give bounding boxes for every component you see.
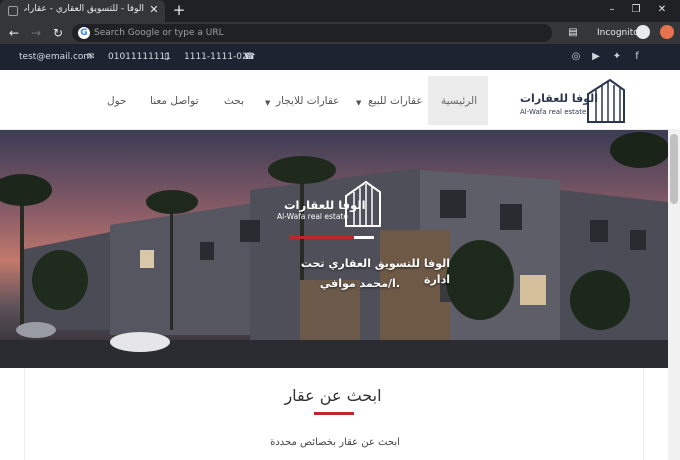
- nav-for-rent-label[interactable]: عقارات للايجار: [276, 94, 339, 108]
- youtube-icon[interactable]: ▶: [590, 51, 602, 63]
- translate-icon[interactable]: ▤: [566, 26, 580, 40]
- tab-favicon-icon: [8, 6, 18, 16]
- scrollbar-thumb[interactable]: [670, 134, 678, 204]
- forward-arrow-icon[interactable]: →: [28, 25, 44, 41]
- instagram-icon[interactable]: ◎: [570, 51, 582, 63]
- incognito-avatar-icon[interactable]: [636, 25, 650, 39]
- mobile-icon: ▯: [164, 52, 169, 62]
- search-section-title: ابحث عن عقار: [284, 386, 382, 405]
- browser-tab-strip: الوفا - للتسويق العقاري - عقارات لا ✕ + …: [0, 0, 680, 22]
- nav-search[interactable]: بحث: [224, 94, 244, 108]
- google-icon: G: [78, 27, 90, 39]
- maximize-button[interactable]: ❐: [628, 2, 644, 18]
- browser-toolbar: ← → ↻ G Search Google or type a URL ▤ In…: [0, 22, 680, 44]
- search-title-accent: [314, 412, 354, 415]
- envelope-icon: ✉: [87, 52, 95, 62]
- nav-for-rent-caret-icon[interactable]: ▼: [265, 96, 270, 110]
- top-contact-bar: test@email.com ✉ 01011111111 ▯ 1111-1111…: [0, 44, 680, 70]
- nav-for-sale-label[interactable]: عقارات للبيع: [368, 94, 423, 108]
- omnibox[interactable]: G Search Google or type a URL: [72, 24, 552, 42]
- browser-tab[interactable]: الوفا - للتسويق العقاري - عقارات لا ✕: [0, 0, 165, 22]
- profile-icon[interactable]: [660, 25, 674, 39]
- minimize-button[interactable]: –: [604, 2, 620, 18]
- nav-about[interactable]: حول: [107, 94, 127, 108]
- incognito-label[interactable]: Incognito: [597, 26, 639, 40]
- back-arrow-icon[interactable]: ←: [6, 25, 22, 41]
- landline-phone[interactable]: 1111-1111-02: [184, 50, 248, 64]
- hero-divider-accent: [290, 236, 354, 239]
- mobile-phone[interactable]: 01011111111: [108, 50, 171, 64]
- hero-banner: الوفا للعقارات Al-Wafa real estate الوفا…: [0, 130, 668, 368]
- hero-divider-white: [354, 236, 374, 239]
- hero-brand-name-ar: الوفا للعقارات: [284, 198, 366, 212]
- facebook-icon[interactable]: f: [631, 51, 643, 63]
- tab-title: الوفا - للتسويق العقاري - عقارات لا: [24, 4, 144, 14]
- hero-background-image: [0, 130, 668, 368]
- nav-for-sale-caret-icon[interactable]: ▼: [356, 96, 361, 110]
- site-header: الرئيسية عقارات للبيع ▼ عقارات للايجار ▼…: [0, 70, 680, 130]
- tab-close-icon[interactable]: ✕: [147, 3, 161, 17]
- hero-subtitle: ا/محمد موافي.: [319, 277, 400, 290]
- phone-icon: ☎: [244, 52, 256, 62]
- brand-name-ar[interactable]: الوفا للعقارات: [520, 92, 598, 106]
- nav-home[interactable]: الرئيسية: [441, 94, 477, 108]
- omnibox-placeholder: Search Google or type a URL: [94, 28, 224, 38]
- twitter-icon[interactable]: ✦: [611, 51, 623, 63]
- close-window-button[interactable]: ✕: [654, 2, 670, 18]
- email-link[interactable]: test@email.com: [19, 50, 92, 64]
- nav-contact[interactable]: تواصل معنا: [150, 94, 199, 108]
- reload-icon[interactable]: ↻: [50, 25, 66, 41]
- new-tab-button[interactable]: +: [171, 2, 187, 18]
- brand-name-en[interactable]: Al-Wafa real estate: [520, 107, 586, 117]
- hero-brand-name-en: Al-Wafa real estate: [277, 212, 348, 221]
- search-section-subtitle: ابحث عن عقار بخصائص محددة: [270, 437, 400, 448]
